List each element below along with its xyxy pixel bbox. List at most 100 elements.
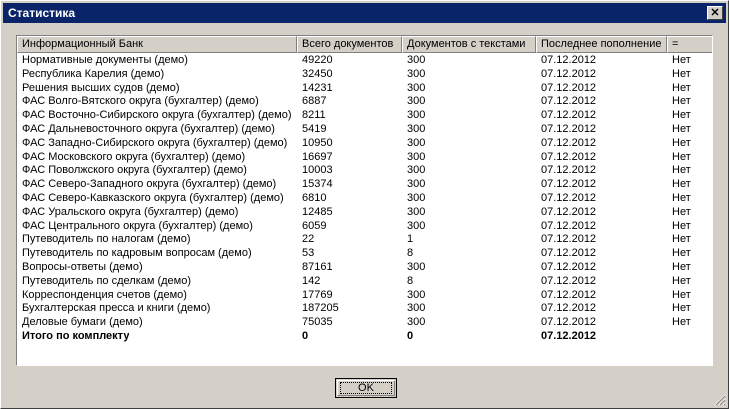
cell-total-docs: 49220	[302, 54, 333, 66]
table-row[interactable]: ФАС Волго-Вятского округа (бухгалтер) (д…	[17, 95, 712, 109]
table-row[interactable]: Путеводитель по кадровым вопросам (демо)…	[17, 247, 712, 261]
cell-total-docs: 15374	[302, 178, 333, 191]
cell-equals: Нет	[672, 316, 691, 329]
cell-bank: ФАС Уральского округа (бухгалтер) (демо)	[22, 205, 239, 218]
cell-docs-with-texts: 300	[407, 95, 426, 108]
table-row[interactable]: ФАС Северо-Кавказского округа (бухгалтер…	[17, 192, 712, 206]
cell-bank: Путеводитель по сделкам (демо)	[22, 274, 192, 287]
ok-button-label: OK	[358, 382, 374, 394]
table-row[interactable]: ФАС Центрального округа (бухгалтер) (дем…	[17, 220, 712, 234]
table-row[interactable]: ФАС Дальневосточного округа (бухгалтер) …	[17, 123, 712, 137]
table-row[interactable]: ФАС Восточно-Сибирского округа (бухгалте…	[17, 109, 712, 123]
cell-bank: Вопросы-ответы (демо)	[22, 260, 143, 273]
cell-equals: Нет	[672, 260, 691, 273]
cell-equals: Нет	[672, 109, 691, 122]
column-header-docs-with-texts[interactable]: Документов с текстами	[402, 36, 536, 53]
table-row[interactable]: Деловые бумаги (демо) 75035 300 07.12.2012 Н…	[17, 316, 712, 330]
cell-total-docs: 53	[302, 247, 315, 260]
cell-total-docs: 32450	[302, 67, 333, 80]
cell-total-docs: 187205	[302, 302, 339, 315]
cell-last-update: 07.12.2012	[541, 178, 597, 191]
cell-total-docs: 16697	[302, 150, 333, 163]
table-row[interactable]: Республика Карелия (демо) 32450 300 07.12.2…	[17, 68, 712, 82]
title-bar[interactable]: Статистика ✕	[3, 3, 726, 23]
cell-total-docs: 87161	[302, 260, 333, 273]
cell-bank: Республика Карелия (демо)	[22, 67, 165, 80]
cell-bank: Путеводитель по налогам (демо)	[22, 233, 191, 246]
cell-bank: ФАС Западно-Сибирского округа (бухгалтер…	[22, 136, 288, 149]
cell-bank: ФАС Северо-Кавказского округа (бухгалтер…	[22, 191, 284, 204]
close-button[interactable]: ✕	[707, 6, 723, 20]
cell-docs-with-texts: 300	[407, 136, 426, 149]
table-row[interactable]: ФАС Уральского округа (бухгалтер) (демо)…	[17, 206, 712, 220]
cell-equals: Нет	[672, 233, 691, 246]
cell-total-docs: 6810	[302, 191, 327, 204]
cell-total-docs: 14231	[302, 81, 333, 94]
cell-docs-with-texts: 0	[407, 329, 414, 342]
cell-total-docs: 17769	[302, 288, 333, 301]
cell-last-update: 07.12.2012	[541, 122, 597, 135]
cell-last-update: 07.12.2012	[541, 150, 597, 163]
table-row[interactable]: Вопросы-ответы (демо) 87161 300 07.12.2012 Н…	[17, 261, 712, 275]
cell-bank: Путеводитель по кадровым вопросам (демо)	[22, 247, 252, 260]
cell-docs-with-texts: 8	[407, 247, 414, 260]
cell-last-update: 07.12.2012	[541, 247, 597, 260]
cell-docs-with-texts: 300	[407, 205, 426, 218]
table-row[interactable]: ФАС Северо-Западного округа (бухгалтер) …	[17, 178, 712, 192]
cell-last-update: 07.12.2012	[541, 191, 597, 204]
cell-equals: Нет	[672, 150, 691, 163]
table-row[interactable]: Нормативные документы (демо) 49220 300 07.1…	[17, 54, 712, 68]
cell-last-update: 07.12.2012	[541, 302, 597, 315]
cell-equals: Нет	[672, 191, 691, 204]
table-row[interactable]: ФАС Поволжского округа (бухгалтер) (демо…	[17, 164, 712, 178]
cell-equals: Нет	[672, 122, 691, 135]
cell-total-docs: 5419	[302, 122, 327, 135]
cell-last-update: 07.12.2012	[541, 274, 597, 287]
cell-total-docs: 6887	[302, 95, 327, 108]
cell-bank: Решения высших судов (демо)	[22, 81, 180, 94]
table-row[interactable]: ФАС Московского округа (бухгалтер) (демо…	[17, 151, 712, 165]
cell-total-docs: 8211	[302, 109, 326, 122]
table-row[interactable]: Решения высших судов (демо) 14231 300 07.12…	[17, 82, 712, 96]
cell-docs-with-texts: 300	[407, 219, 426, 232]
statistics-table: Информационный Банк Всего документов Док…	[16, 35, 713, 366]
cell-equals: Нет	[672, 81, 691, 94]
table-row[interactable]: Путеводитель по налогам (демо) 22 1 07.12.2…	[17, 233, 712, 247]
cell-total-docs: 22	[302, 233, 315, 246]
cell-docs-with-texts: 300	[407, 316, 426, 329]
cell-equals: Нет	[672, 164, 691, 177]
close-icon: ✕	[710, 7, 720, 19]
cell-total-docs: 10950	[302, 136, 333, 149]
cell-docs-with-texts: 300	[407, 109, 426, 122]
cell-docs-with-texts: 8	[407, 274, 414, 287]
table-row[interactable]: Бухгалтерская пресса и книги (демо) 18720…	[17, 302, 712, 316]
cell-last-update: 07.12.2012	[541, 316, 597, 329]
cell-last-update: 07.12.2012	[541, 54, 597, 66]
cell-total-docs: 75035	[302, 316, 333, 329]
table-row[interactable]: ФАС Западно-Сибирского округа (бухгалтер…	[17, 137, 712, 151]
cell-docs-with-texts: 300	[407, 164, 426, 177]
cell-equals: Нет	[672, 288, 691, 301]
table-row[interactable]: Корреспонденция счетов (демо) 17769 300 07.…	[17, 289, 712, 303]
column-header-equals[interactable]: =	[667, 36, 712, 53]
cell-bank: ФАС Северо-Западного округа (бухгалтер) …	[22, 178, 277, 191]
cell-bank: ФАС Дальневосточного округа (бухгалтер) …	[22, 122, 275, 135]
cell-equals: Нет	[672, 67, 691, 80]
table-row[interactable]: Путеводитель по сделкам (демо) 142 8 07.12.…	[17, 275, 712, 289]
cell-total-docs: 0	[302, 329, 309, 342]
column-header-bank[interactable]: Информационный Банк	[17, 36, 297, 53]
cell-bank: ФАС Волго-Вятского округа (бухгалтер) (д…	[22, 95, 259, 108]
cell-bank: ФАС Поволжского округа (бухгалтер) (демо…	[22, 164, 247, 177]
cell-docs-with-texts: 300	[407, 191, 426, 204]
cell-last-update: 07.12.2012	[541, 136, 597, 149]
resize-grip-icon[interactable]	[714, 394, 726, 406]
column-header-last-update[interactable]: Последнее пополнение	[536, 36, 667, 53]
cell-bank: ФАС Московского округа (бухгалтер) (демо…	[22, 150, 246, 163]
cell-bank: ФАС Восточно-Сибирского округа (бухгалте…	[22, 109, 292, 122]
cell-last-update: 07.12.2012	[541, 260, 597, 273]
cell-docs-with-texts: 300	[407, 288, 426, 301]
ok-button[interactable]: OK	[335, 378, 397, 398]
cell-equals: Нет	[672, 54, 691, 66]
total-row[interactable]: Итого по комплекту 0 0 07.12.2012	[17, 330, 712, 344]
column-header-total-docs[interactable]: Всего документов	[297, 36, 402, 53]
